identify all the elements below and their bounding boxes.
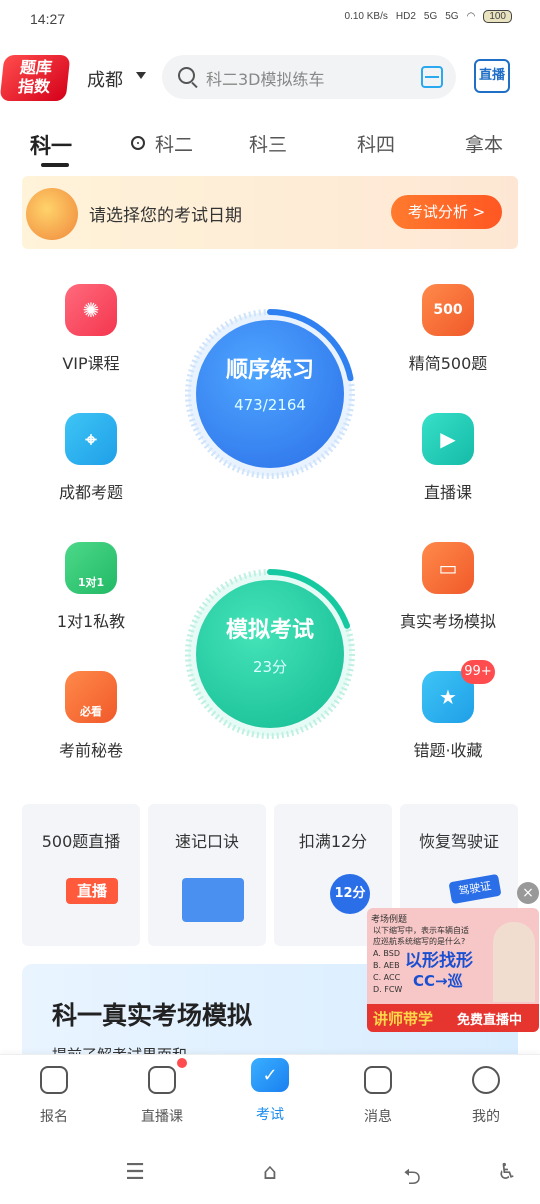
nav-signup[interactable]: 报名 xyxy=(14,1066,94,1126)
status-time: 14:27 xyxy=(30,11,66,27)
ad-headline: 以形找形 xyxy=(405,951,473,971)
nav-exam[interactable]: ✓ 考试 xyxy=(230,1058,310,1124)
nav-messages[interactable]: 消息 xyxy=(338,1066,418,1126)
search-icon xyxy=(178,67,195,84)
presenter-avatar xyxy=(493,922,535,1002)
monitor-icon: ▭ xyxy=(422,542,474,594)
practice-progress: 473/2164 xyxy=(234,396,306,414)
promo-title: 科一真实考场模拟 xyxy=(52,1001,253,1030)
live-course-item[interactable]: ▶ 直播课 xyxy=(393,413,503,503)
nav-live-course[interactable]: 直播课 xyxy=(122,1066,202,1126)
back-icon[interactable]: ⮌ xyxy=(397,1160,427,1190)
practice-title: 顺序练习 xyxy=(225,358,314,383)
vip-icon: ✺ xyxy=(65,284,117,336)
menu-icon[interactable]: ☰ xyxy=(120,1160,150,1186)
mock-exam-button[interactable]: 模拟考试 23分 xyxy=(182,566,358,742)
tab-ke2[interactable]: 科二 xyxy=(155,130,193,157)
mock-title: 模拟考试 xyxy=(225,618,314,643)
points-badge: 12分 xyxy=(330,874,370,914)
tab-indicator xyxy=(41,163,69,167)
tab-naben[interactable]: 拿本 xyxy=(465,130,503,157)
scan-icon[interactable] xyxy=(421,66,443,88)
exam-analysis-button[interactable]: 考试分析 > xyxy=(391,195,502,229)
signal-5g-1: 5G xyxy=(423,11,438,22)
ad-left-text: 讲师带学 xyxy=(373,1010,434,1028)
wrong-count-badge: 99+ xyxy=(461,660,495,684)
secret-paper-item[interactable]: 必看 考前秘卷 xyxy=(36,671,146,761)
ad-header: 考场例题 xyxy=(371,915,408,925)
floating-ad[interactable]: 考场例题 以下缩写中，表示车辆自适应巡航系统缩写的是什么? A. BSD B. A… xyxy=(367,908,539,1032)
video-icon: ▶ xyxy=(422,413,474,465)
status-icons: 0.10 KB/s HD2 5G 5G ◠ 100 xyxy=(345,10,512,23)
sequential-practice-button[interactable]: 顺序练习 473/2164 xyxy=(182,306,358,482)
card-500-live[interactable]: 500题直播 直播 xyxy=(22,804,140,946)
network-speed: 0.10 KB/s xyxy=(344,11,388,22)
hd-indicator: HD2 xyxy=(395,11,416,22)
check-icon: ✓ xyxy=(251,1058,289,1092)
chevron-down-icon[interactable] xyxy=(136,72,146,79)
board-illustration xyxy=(182,878,244,922)
notification-dot xyxy=(177,1058,187,1068)
exam-date-banner[interactable]: 请选择您的考试日期 考试分析 > xyxy=(22,176,518,249)
ad-formula: CC→巡 xyxy=(413,972,463,990)
status-bar: 14:27 0.10 KB/s HD2 5G 5G ◠ 100 xyxy=(0,0,540,40)
license-badge: 驾驶证 xyxy=(448,873,502,905)
home-icon[interactable]: ⌂ xyxy=(255,1160,285,1186)
secret-paper-icon: 必看 xyxy=(65,671,117,723)
mock-score: 23分 xyxy=(252,658,288,676)
banner-text: 请选择您的考试日期 xyxy=(89,206,242,226)
search-bar[interactable]: 科二3D模拟练车 xyxy=(162,55,456,99)
wrong-questions-item[interactable]: ★ 错题·收藏 xyxy=(393,671,503,761)
signal-5g-2: 5G xyxy=(445,11,459,22)
card-mnemonics[interactable]: 速记口诀 xyxy=(148,804,266,946)
private-tutor-item[interactable]: 1对1 1对1私教 xyxy=(36,542,146,632)
live-card-art: 直播 xyxy=(66,878,118,904)
close-icon[interactable]: × xyxy=(517,882,539,904)
500-icon: 500 xyxy=(422,284,474,336)
tab-ke3[interactable]: 科三 xyxy=(249,130,287,157)
steering-wheel-icon xyxy=(131,136,145,150)
tab-ke1[interactable]: 科一 xyxy=(30,130,72,160)
tv-icon xyxy=(148,1066,176,1094)
ad-question: 以下缩写中，表示车辆自适应巡航系统缩写的是什么? xyxy=(373,926,469,946)
location-icon: ⌖ xyxy=(65,413,117,465)
chengdu-questions-item[interactable]: ⌖ 成都考题 xyxy=(36,413,146,503)
vip-course-item[interactable]: ✺ VIP课程 xyxy=(36,284,146,374)
streamlined-500-item[interactable]: 500 精简500题 xyxy=(393,284,503,374)
nav-profile[interactable]: 我的 xyxy=(446,1066,526,1126)
battery-icon: 100 xyxy=(483,10,512,23)
live-button[interactable]: 直播 xyxy=(474,59,510,93)
wifi-icon: ◠ xyxy=(466,11,476,22)
form-icon xyxy=(40,1066,68,1094)
real-exam-item[interactable]: ▭ 真实考场模拟 xyxy=(393,542,503,632)
banner-illustration xyxy=(26,188,78,240)
ad-live-text: 免费直播中 xyxy=(457,1013,523,1028)
tab-ke4[interactable]: 科四 xyxy=(357,130,395,157)
smile-icon xyxy=(472,1066,500,1094)
accessibility-icon[interactable]: ♿ xyxy=(492,1160,522,1186)
tutor-icon: 1对1 xyxy=(65,542,117,594)
message-icon xyxy=(364,1066,392,1094)
app-logo[interactable]: 题库 指数 xyxy=(0,55,71,101)
city-selector[interactable]: 成都 xyxy=(87,66,123,92)
ad-options: A. BSD B. AEB C. ACC D. FCW xyxy=(373,949,403,994)
search-placeholder: 科二3D模拟练车 xyxy=(206,70,325,89)
